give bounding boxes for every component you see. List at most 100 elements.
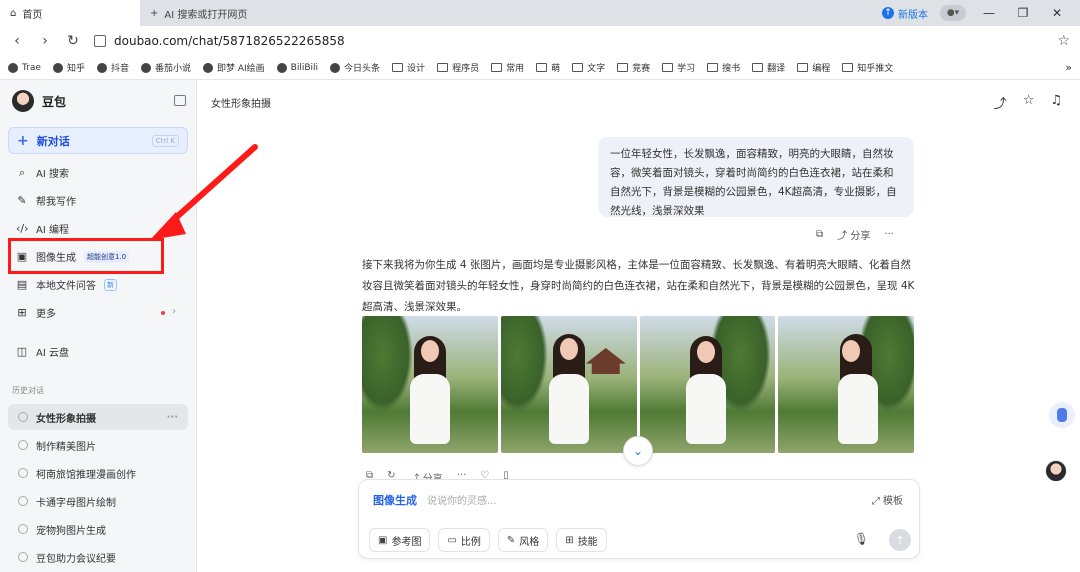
- more-options-icon[interactable]: ···: [167, 412, 178, 423]
- sidebar-item-ai-search[interactable]: ⌕ AI 搜索: [16, 165, 69, 181]
- new-badge: 新: [104, 278, 117, 291]
- history-item[interactable]: 柯南旅馆推理漫画创作: [8, 460, 188, 486]
- tab-new[interactable]: + AI 搜索或打开网页: [140, 0, 257, 26]
- floating-assistant-button[interactable]: [1049, 402, 1075, 428]
- bookmark-folder[interactable]: 学习: [662, 61, 695, 74]
- sidebar-item-coding[interactable]: ‹/› AI 编程: [16, 221, 69, 236]
- site-icon: [276, 62, 287, 73]
- composer-input[interactable]: 说说你的灵感...: [427, 492, 497, 507]
- bookmark-star-icon[interactable]: ☆: [1057, 33, 1070, 49]
- share-button[interactable]: ⤴ 分享: [837, 227, 870, 242]
- sidebar-item-local-file-qa[interactable]: ▤ 本地文件问答 新: [16, 277, 117, 292]
- brush-icon: ✎: [506, 534, 516, 546]
- bookmark-item[interactable]: 番茄小说: [140, 61, 191, 74]
- sidebar-item-cloud-drive[interactable]: ◫ AI 云盘: [16, 344, 69, 359]
- arrow-up-icon: ↑: [895, 533, 905, 547]
- composer-mode[interactable]: 图像生成: [373, 492, 417, 508]
- reference-image-button[interactable]: ▣ 参考图: [369, 528, 431, 552]
- site-icon: [52, 62, 63, 73]
- bookmark-label: 知乎推文: [857, 64, 894, 74]
- generated-image[interactable]: [639, 316, 776, 453]
- ratio-button[interactable]: ▭ 比例: [438, 528, 490, 552]
- bookmark-folder[interactable]: 文字: [572, 61, 605, 74]
- bookmark-folder[interactable]: 程序员: [437, 61, 479, 74]
- generated-image[interactable]: [362, 316, 498, 453]
- bookmark-item[interactable]: 即梦 AI绘画: [202, 61, 265, 74]
- reload-icon[interactable]: ↻: [66, 33, 80, 49]
- bookmark-folder[interactable]: 编程: [797, 61, 830, 74]
- profile-button[interactable]: ●▾: [940, 5, 966, 21]
- microphone-icon[interactable]: 🎙: [854, 532, 869, 546]
- chat-icon: [18, 552, 28, 562]
- new-version-button[interactable]: ↑ 新版本: [882, 6, 928, 21]
- bookmark-folder[interactable]: 萌: [536, 61, 560, 74]
- skill-button[interactable]: ⊞ 技能: [556, 528, 607, 552]
- new-chat-button[interactable]: + 新对话 Ctrl K: [8, 127, 188, 154]
- bookmark-item[interactable]: 抖音: [96, 61, 129, 74]
- history-item-label: 制作精美图片: [36, 441, 96, 453]
- sidebar-item-more[interactable]: ⊞ 更多: [16, 305, 56, 320]
- history-item[interactable]: 女性形象拍摄 ···: [8, 404, 188, 430]
- image-ref-icon: ▣: [378, 534, 388, 546]
- chat-icon: [18, 524, 28, 534]
- assistant-reply: 接下来我将为你生成 4 张图片，画面均是专业摄影风格，主体是一位面容精致、长发飘…: [362, 259, 915, 313]
- minimize-button[interactable]: —: [978, 6, 1000, 20]
- share-icon[interactable]: ⤴: [994, 93, 1007, 112]
- generated-image[interactable]: [778, 316, 914, 453]
- bookmark-item[interactable]: BiliBili: [276, 62, 318, 73]
- scroll-down-button[interactable]: ⌄: [623, 436, 653, 466]
- bookmark-folder[interactable]: 知乎推文: [842, 61, 893, 74]
- chip-label: 风格: [519, 536, 540, 548]
- browser-tab-bar: ⌂ 首页 + AI 搜索或打开网页 ↑ 新版本 ●▾ — ❐ ✕: [0, 0, 1080, 26]
- bookmark-label: 文字: [587, 64, 606, 74]
- bookmark-folder[interactable]: 翻译: [752, 61, 785, 74]
- history-item-label: 宠物狗图片生成: [36, 525, 106, 537]
- bookmark-label: 翻译: [767, 64, 786, 74]
- restore-button[interactable]: ❐: [1012, 6, 1034, 20]
- tab-label: AI 搜索或打开网页: [164, 9, 248, 21]
- bookmark-folder[interactable]: 常用: [491, 61, 524, 74]
- bookmark-item[interactable]: 知乎: [52, 61, 85, 74]
- chat-icon: [18, 412, 28, 422]
- bookmark-folder[interactable]: 搜书: [707, 61, 740, 74]
- star-icon[interactable]: ☆: [1023, 93, 1035, 112]
- chat-icon: [18, 468, 28, 478]
- template-button[interactable]: ⤢ 模板: [872, 492, 903, 507]
- history-item[interactable]: 制作精美图片: [8, 432, 188, 458]
- search-icon: ⌕: [18, 165, 26, 179]
- chevron-right-icon[interactable]: ›: [172, 306, 176, 317]
- copy-icon[interactable]: ⧉: [816, 229, 823, 240]
- chevron-right-icon[interactable]: »: [1065, 61, 1072, 74]
- upgrade-icon: ↑: [882, 7, 894, 19]
- folder-icon: [572, 63, 584, 72]
- tab-home[interactable]: ⌂ 首页: [0, 0, 140, 26]
- bookmark-folder[interactable]: 竞赛: [617, 61, 650, 74]
- file-icon: ▤: [16, 278, 28, 291]
- bookmark-item[interactable]: 今日头条: [330, 61, 380, 74]
- close-button[interactable]: ✕: [1046, 6, 1068, 20]
- history-item[interactable]: 卡通字母图片绘制: [8, 488, 188, 514]
- url-field[interactable]: doubao.com/chat/5871826522265858: [94, 34, 1043, 48]
- sidebar-item-writing[interactable]: ✎ 帮我写作: [16, 193, 76, 208]
- bookmark-item[interactable]: Trae: [8, 62, 41, 73]
- sidebar-toggle-icon[interactable]: [174, 95, 186, 106]
- skill-icon: ⊞: [565, 534, 574, 546]
- brand-name: 豆包: [42, 94, 67, 109]
- history-item[interactable]: 豆包助力会议纪要: [8, 544, 188, 570]
- more-options-icon[interactable]: ···: [884, 229, 894, 240]
- bell-icon[interactable]: ♫: [1050, 93, 1062, 112]
- history-item[interactable]: 宠物狗图片生成: [8, 516, 188, 542]
- pen-icon: ✎: [17, 194, 27, 207]
- bookmark-label: Trae: [22, 62, 41, 73]
- bookmark-label: 抖音: [110, 64, 129, 74]
- address-bar: ‹ › ↻ doubao.com/chat/5871826522265858 ☆: [0, 26, 1080, 56]
- brand[interactable]: 豆包: [12, 90, 66, 112]
- generated-image[interactable]: [500, 316, 637, 453]
- send-button[interactable]: ↑: [889, 529, 911, 551]
- forward-icon[interactable]: ›: [38, 33, 52, 49]
- site-info-icon[interactable]: [94, 35, 106, 47]
- back-icon[interactable]: ‹: [10, 33, 24, 49]
- style-button[interactable]: ✎ 风格: [497, 528, 549, 552]
- floating-avatar-button[interactable]: [1045, 460, 1067, 482]
- bookmark-folder[interactable]: 设计: [392, 61, 425, 74]
